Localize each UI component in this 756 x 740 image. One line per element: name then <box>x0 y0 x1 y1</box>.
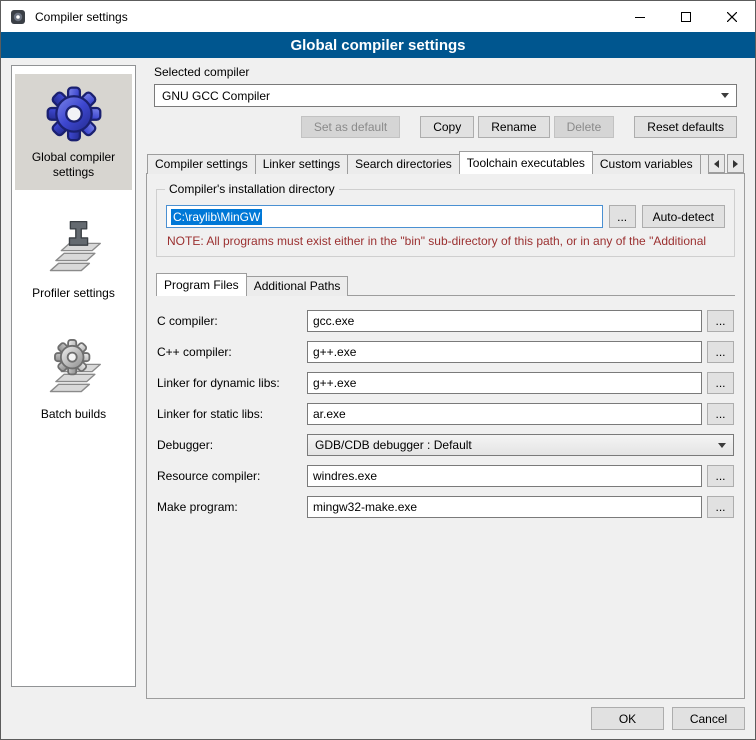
tab-compiler-settings[interactable]: Compiler settings <box>147 154 256 174</box>
copy-button[interactable]: Copy <box>420 116 474 138</box>
settings-sidebar: Global compiler settings Profiler settin… <box>11 65 136 687</box>
rename-button[interactable]: Rename <box>478 116 549 138</box>
tab-toolchain-executables[interactable]: Toolchain executables <box>459 151 593 174</box>
chevron-down-icon <box>721 93 729 98</box>
installation-directory-row: C:\raylib\MinGW ... Auto-detect <box>166 205 725 228</box>
install-dir-browse-button[interactable]: ... <box>609 205 636 228</box>
ok-button[interactable]: OK <box>591 707 664 730</box>
program-files-tabstrip: Program Files Additional Paths <box>156 273 735 296</box>
field-label: Resource compiler: <box>157 469 307 483</box>
blue-gear-icon <box>44 84 104 142</box>
resource-compiler-input[interactable] <box>307 465 702 487</box>
debugger-combobox[interactable]: GDB/CDB debugger : Default <box>307 434 734 456</box>
sidebar-item-global-compiler-settings[interactable]: Global compiler settings <box>15 74 132 190</box>
maximize-button[interactable] <box>663 1 709 32</box>
chevron-down-icon <box>718 443 726 448</box>
field-label: Linker for dynamic libs: <box>157 376 307 390</box>
delete-button[interactable]: Delete <box>554 116 615 138</box>
minimize-button[interactable] <box>617 1 663 32</box>
linker-static-browse-button[interactable]: ... <box>707 403 734 425</box>
triangle-left-icon <box>714 160 719 168</box>
dialog-header: Global compiler settings <box>1 32 755 58</box>
dialog-footer: OK Cancel <box>1 699 755 739</box>
c-compiler-browse-button[interactable]: ... <box>707 310 734 332</box>
tab-search-directories[interactable]: Search directories <box>347 154 460 174</box>
subtab-additional-paths[interactable]: Additional Paths <box>246 276 349 296</box>
groupbox-title: Compiler's installation directory <box>165 182 339 196</box>
cancel-button[interactable]: Cancel <box>672 707 745 730</box>
reset-defaults-button[interactable]: Reset defaults <box>634 116 737 138</box>
tab-custom-variables[interactable]: Custom variables <box>592 154 701 174</box>
form-row-debugger: Debugger: GDB/CDB debugger : Default <box>157 434 734 456</box>
toolchain-executables-page: Compiler's installation directory C:\ray… <box>146 173 745 699</box>
maximize-icon <box>681 12 691 22</box>
settings-tabstrip: Compiler settings Linker settings Search… <box>146 151 745 174</box>
triangle-right-icon <box>733 160 738 168</box>
program-files-page: C compiler: ... C++ compiler: ... Linker… <box>156 295 735 690</box>
tab-scroll-left-button[interactable] <box>708 154 725 173</box>
cpp-compiler-browse-button[interactable]: ... <box>707 341 734 363</box>
form-row-linker-static: Linker for static libs: ... <box>157 403 734 425</box>
compiler-settings-window: Compiler settings Global compiler settin… <box>0 0 756 740</box>
gray-gear-icon <box>45 337 103 399</box>
close-button[interactable] <box>709 1 755 32</box>
sidebar-item-batch-builds[interactable]: Batch builds <box>15 327 132 432</box>
field-label: C++ compiler: <box>157 345 307 359</box>
resource-compiler-browse-button[interactable]: ... <box>707 465 734 487</box>
selected-compiler-combobox[interactable]: GNU GCC Compiler <box>154 84 737 107</box>
tab-scroll-controls <box>708 154 744 174</box>
window-title: Compiler settings <box>35 10 128 24</box>
form-row-linker-dynamic: Linker for dynamic libs: ... <box>157 372 734 394</box>
c-compiler-input[interactable] <box>307 310 702 332</box>
form-row-make-program: Make program: ... <box>157 496 734 518</box>
app-icon <box>10 9 26 25</box>
sidebar-item-label: Batch builds <box>41 407 106 422</box>
form-row-resource-compiler: Resource compiler: ... <box>157 465 734 487</box>
window-controls <box>617 1 755 32</box>
sidebar-item-label: Global compiler settings <box>17 150 130 180</box>
field-label: Make program: <box>157 500 307 514</box>
installation-directory-groupbox: Compiler's installation directory C:\ray… <box>156 189 735 257</box>
linker-dynamic-input[interactable] <box>307 372 702 394</box>
install-dir-note: NOTE: All programs must exist either in … <box>167 234 724 248</box>
field-label: Debugger: <box>157 438 307 452</box>
compiler-buttons-row: Set as default Copy Rename Delete Reset … <box>154 116 737 138</box>
set-as-default-button[interactable]: Set as default <box>301 116 400 138</box>
install-dir-value: C:\raylib\MinGW <box>171 209 262 225</box>
field-label: Linker for static libs: <box>157 407 307 421</box>
selected-compiler-value: GNU GCC Compiler <box>162 89 715 103</box>
form-row-cpp-compiler: C++ compiler: ... <box>157 341 734 363</box>
minimize-icon <box>635 12 645 22</box>
subtab-program-files[interactable]: Program Files <box>156 273 247 296</box>
close-icon <box>727 12 737 22</box>
profiler-tool-icon <box>45 216 103 278</box>
linker-static-input[interactable] <box>307 403 702 425</box>
install-dir-input[interactable]: C:\raylib\MinGW <box>166 205 603 228</box>
tab-linker-settings[interactable]: Linker settings <box>255 154 348 174</box>
form-row-c-compiler: C compiler: ... <box>157 310 734 332</box>
make-program-input[interactable] <box>307 496 702 518</box>
main-panel: Selected compiler GNU GCC Compiler Set a… <box>146 65 745 699</box>
field-label: C compiler: <box>157 314 307 328</box>
sidebar-item-profiler-settings[interactable]: Profiler settings <box>15 206 132 311</box>
titlebar: Compiler settings <box>1 1 755 32</box>
cpp-compiler-input[interactable] <box>307 341 702 363</box>
dialog-body: Global compiler settings Profiler settin… <box>1 58 755 699</box>
make-program-browse-button[interactable]: ... <box>707 496 734 518</box>
selected-compiler-label: Selected compiler <box>154 65 737 79</box>
linker-dynamic-browse-button[interactable]: ... <box>707 372 734 394</box>
auto-detect-button[interactable]: Auto-detect <box>642 205 725 228</box>
sidebar-item-label: Profiler settings <box>32 286 115 301</box>
tab-scroll-right-button[interactable] <box>727 154 744 173</box>
debugger-value: GDB/CDB debugger : Default <box>315 438 712 452</box>
